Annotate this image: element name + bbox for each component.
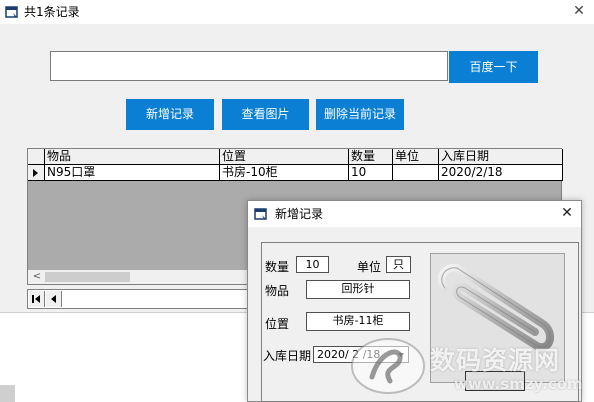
close-icon[interactable]: ✕ bbox=[570, 2, 588, 20]
row-selector[interactable] bbox=[28, 165, 45, 181]
column-header-date[interactable]: 入库日期 bbox=[439, 149, 563, 165]
current-row-pointer-icon bbox=[33, 169, 38, 177]
paperclip-icon bbox=[431, 254, 564, 382]
delete-record-button[interactable]: 删除当前记录 bbox=[316, 99, 404, 130]
app-window-icon bbox=[5, 6, 18, 18]
first-record-bar-icon bbox=[32, 295, 34, 303]
cell-quantity[interactable]: 10 bbox=[349, 165, 393, 181]
quantity-field[interactable]: 10 bbox=[296, 256, 329, 273]
dialog-title: 新增记录 bbox=[275, 207, 324, 221]
first-record-icon bbox=[35, 295, 40, 303]
chevron-down-icon[interactable] bbox=[398, 353, 404, 357]
view-image-button[interactable]: 查看图片 bbox=[222, 99, 309, 130]
grid-header-row: 物品 位置 数量 单位 入库日期 bbox=[28, 149, 563, 165]
dialog-button[interactable] bbox=[465, 371, 525, 391]
main-titlebar: 共1条记录 ✕ bbox=[0, 0, 594, 24]
scroll-left-icon[interactable]: < bbox=[31, 270, 43, 284]
background-window-edge bbox=[0, 385, 15, 402]
app-window-icon bbox=[254, 208, 267, 220]
table-row[interactable]: N95口罩 书房-10柜 10 2020/2/18 bbox=[28, 165, 563, 181]
cell-item[interactable]: N95口罩 bbox=[45, 165, 220, 181]
main-window-title: 共1条记录 bbox=[24, 5, 80, 19]
close-icon[interactable]: ✕ bbox=[558, 204, 576, 222]
date-value: 2020/ 2 /18 bbox=[317, 348, 381, 361]
unit-field[interactable]: 只 bbox=[386, 256, 411, 273]
search-input[interactable] bbox=[50, 51, 448, 81]
column-header-quantity[interactable]: 数量 bbox=[349, 149, 393, 165]
paperclip-photo bbox=[430, 253, 565, 383]
unit-label: 单位 bbox=[357, 260, 382, 274]
scrollbar-thumb[interactable] bbox=[45, 272, 130, 282]
date-label: 入库日期 bbox=[263, 349, 312, 363]
location-label: 位置 bbox=[265, 317, 290, 331]
item-label: 物品 bbox=[265, 284, 290, 298]
screen: 共1条记录 ✕ 百度一下 新增记录 查看图片 删除当前记录 物品 位置 数量 单… bbox=[0, 0, 594, 402]
row-selector-header bbox=[28, 149, 45, 165]
date-picker[interactable]: 2020/ 2 /18 bbox=[313, 346, 409, 363]
cell-location[interactable]: 书房-10柜 bbox=[220, 165, 349, 181]
column-header-unit[interactable]: 单位 bbox=[393, 149, 439, 165]
column-header-location[interactable]: 位置 bbox=[220, 149, 349, 165]
first-record-button[interactable] bbox=[29, 291, 45, 307]
column-header-item[interactable]: 物品 bbox=[45, 149, 220, 165]
dialog-titlebar[interactable]: 新增记录 ✕ bbox=[248, 201, 581, 227]
previous-record-button[interactable] bbox=[46, 291, 62, 307]
add-record-button[interactable]: 新增记录 bbox=[126, 99, 214, 130]
add-record-dialog: 新增记录 ✕ 数量 10 单位 只 物品 回形针 位置 书房-11柜 入库日期 … bbox=[247, 200, 582, 402]
previous-record-icon bbox=[51, 295, 56, 303]
item-field[interactable]: 回形针 bbox=[306, 280, 410, 299]
location-field[interactable]: 书房-11柜 bbox=[306, 312, 410, 331]
quantity-label: 数量 bbox=[265, 260, 290, 274]
baidu-search-button[interactable]: 百度一下 bbox=[449, 51, 538, 83]
cell-unit[interactable] bbox=[393, 165, 439, 181]
cell-date[interactable]: 2020/2/18 bbox=[439, 165, 563, 181]
